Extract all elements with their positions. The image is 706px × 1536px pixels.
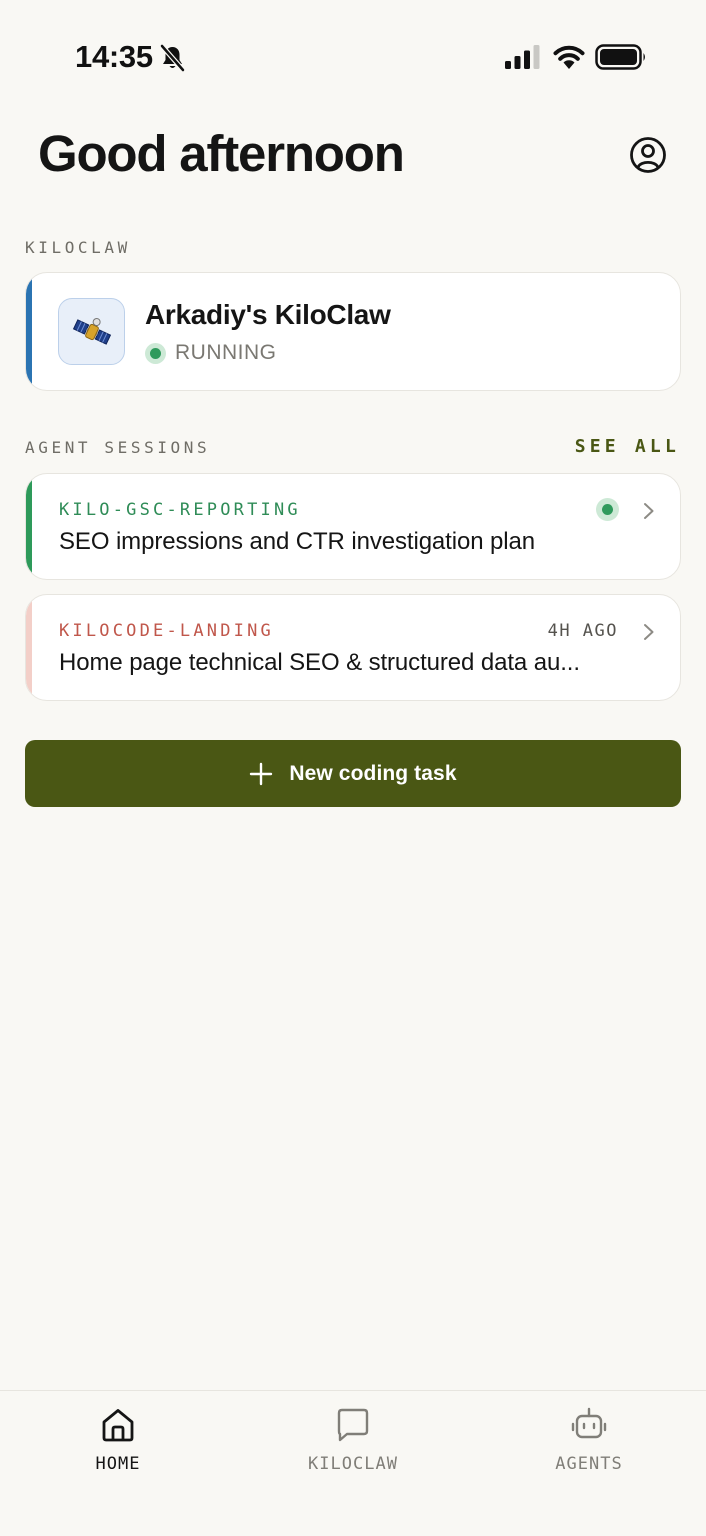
session-title: Home page technical SEO & structured dat… — [59, 649, 580, 676]
session-title: SEO impressions and CTR investigation pl… — [59, 528, 536, 555]
chevron-right-icon — [644, 503, 654, 519]
section-label-kiloclaw: KILOCLAW — [25, 238, 131, 257]
user-circle-icon — [630, 137, 666, 173]
session-timestamp: 4H AGO — [547, 621, 618, 641]
page-title: Good afternoon — [38, 125, 405, 182]
tab-agents[interactable]: AGENTS — [499, 1391, 679, 1501]
avatar — [58, 298, 125, 365]
card-accent-bar — [26, 595, 32, 700]
kiloclaw-instance-card[interactable]: Arkadiy's KiloClaw RUNNING — [25, 272, 681, 391]
chevron-right-icon — [644, 624, 654, 640]
status-bar: 14:35 — [0, 0, 706, 110]
bottom-tab-bar: HOME KILOCLAW AGENTS — [0, 1390, 706, 1536]
session-repo: KILOCODE-LANDING — [59, 621, 274, 641]
tab-label: KILOCLAW — [308, 1454, 398, 1474]
instance-status: RUNNING — [145, 341, 277, 365]
see-all-link[interactable]: SEE ALL — [575, 436, 680, 457]
card-accent-bar — [26, 273, 32, 390]
status-badge: RUNNING — [175, 341, 277, 364]
cellular-signal-icon — [505, 45, 540, 69]
battery-icon — [595, 44, 645, 70]
status-indicator — [145, 342, 166, 364]
session-card[interactable]: KILO-GSC-REPORTING SEO impressions and C… — [25, 473, 681, 580]
tab-home[interactable]: HOME — [28, 1391, 208, 1501]
home-icon — [102, 1409, 134, 1442]
active-status-indicator — [596, 498, 619, 521]
tab-label: HOME — [95, 1454, 141, 1474]
tab-kiloclaw[interactable]: KILOCLAW — [263, 1391, 443, 1501]
new-coding-task-label: New coding task — [289, 761, 457, 785]
card-accent-bar — [26, 474, 32, 579]
satellite-icon — [72, 317, 111, 345]
wifi-icon — [553, 45, 585, 69]
home-screen: 14:35 Good afternoon KILOCLAW Arkadiy's … — [0, 0, 706, 1536]
new-coding-task-button[interactable]: New coding task — [25, 740, 681, 807]
session-card[interactable]: KILOCODE-LANDING 4H AGO Home page techni… — [25, 594, 681, 701]
section-label-agent-sessions: AGENT SESSIONS — [25, 438, 211, 457]
plus-icon — [250, 762, 273, 785]
tab-label: AGENTS — [555, 1454, 623, 1474]
session-repo: KILO-GSC-REPORTING — [59, 500, 301, 520]
robot-icon — [571, 1407, 607, 1439]
bell-muted-icon — [160, 44, 185, 72]
profile-button[interactable] — [626, 133, 670, 177]
chat-bubble-icon — [337, 1408, 369, 1442]
status-time: 14:35 — [75, 39, 153, 74]
instance-name: Arkadiy's KiloClaw — [145, 299, 391, 330]
